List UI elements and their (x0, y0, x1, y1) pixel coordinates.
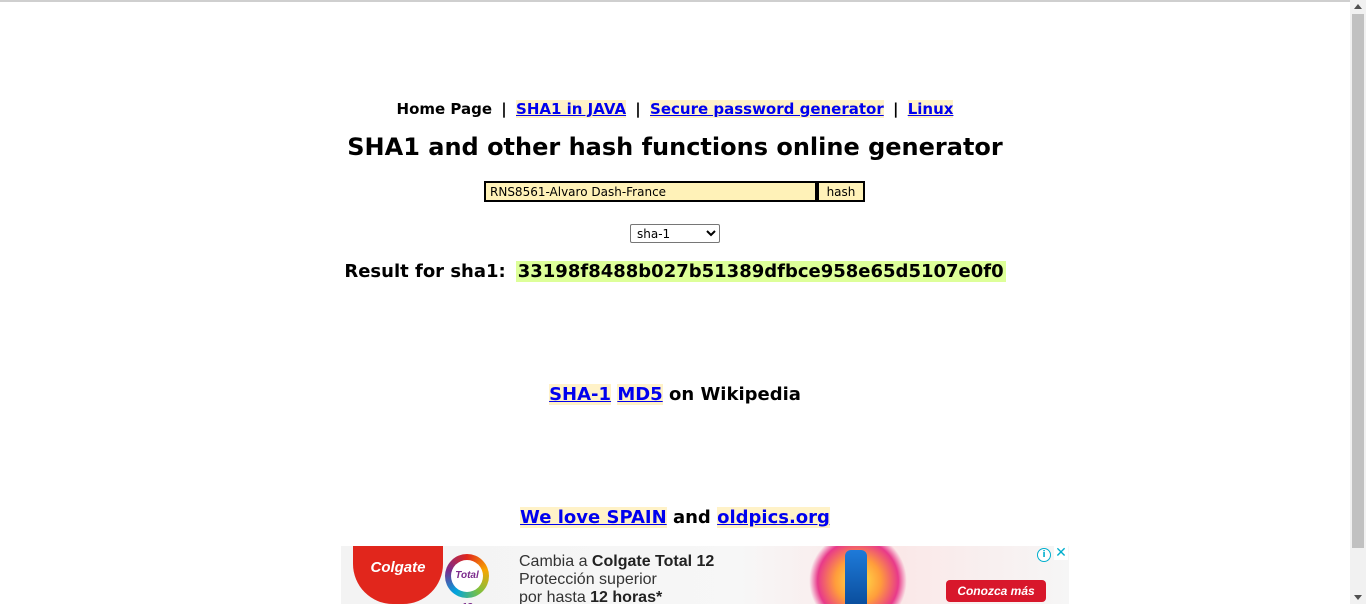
ad-line3-bold: 12 horas* (590, 589, 663, 604)
scroll-down-arrow-icon[interactable] (1354, 595, 1362, 600)
footer-conjunction: and (672, 507, 711, 528)
ad-cta-button[interactable]: Conozca más (946, 580, 1046, 602)
ad-line3-prefix: por hasta (519, 589, 591, 604)
ad-brand-logo: Colgate (353, 546, 443, 604)
ad-product-bottle-icon (845, 550, 867, 604)
footer-link-spain[interactable]: We love SPAIN (520, 507, 667, 528)
ad-line1-prefix: Cambia a (519, 553, 592, 570)
hash-input-field[interactable] (484, 181, 817, 202)
scrollbar-thumb[interactable] (1352, 14, 1364, 548)
algorithm-select[interactable]: sha-1 (630, 224, 720, 243)
ad-line1-bold: Colgate Total 12 (591, 553, 715, 570)
wiki-link-md5[interactable]: MD5 (617, 384, 663, 405)
result-line: Result for sha1: 33198f8488b027b51389dfbc… (0, 259, 1350, 285)
page-title: SHA1 and other hash functions online gen… (347, 133, 1003, 161)
result-label: Result for sha1: (344, 261, 506, 282)
hash-button[interactable]: hash (817, 181, 865, 202)
scroll-up-arrow-icon[interactable] (1354, 4, 1362, 9)
wiki-link-sha1[interactable]: SHA-1 (549, 384, 612, 405)
vertical-scrollbar[interactable] (1350, 0, 1366, 604)
ad-product-image (803, 546, 913, 604)
footer-link-oldpics[interactable]: oldpics.org (717, 507, 830, 528)
advertisement-banner[interactable]: Colgate Total 12 Cambia a Colgate Total … (341, 546, 1069, 604)
ad-total-badge: Total 12 (445, 554, 489, 604)
ad-close-icon[interactable]: ✕ (1054, 546, 1068, 560)
ad-info-icon[interactable]: i (1037, 548, 1051, 562)
hash-form: hash (484, 181, 865, 202)
footer-links: We love SPAIN and oldpics.org (0, 505, 1350, 531)
result-hash-value: 33198f8488b027b51389dfbce958e65d5107e0f0 (515, 261, 1006, 282)
ad-copy: Cambia a Colgate Total 12 Protección sup… (519, 553, 714, 604)
nav-home-label: Home Page (396, 100, 493, 118)
wiki-suffix: on Wikipedia (669, 384, 801, 405)
top-navigation: Home Page | SHA1 in JAVA | Secure passwo… (0, 99, 1350, 119)
nav-separator: | (635, 100, 641, 118)
nav-link-sha1-java[interactable]: SHA1 in JAVA (516, 100, 627, 118)
nav-link-password-generator[interactable]: Secure password generator (650, 100, 884, 118)
ad-total-badge-text: Total 12 (451, 560, 483, 604)
nav-separator: | (501, 100, 507, 118)
ad-line2: Protección superior (519, 571, 657, 588)
wikipedia-links: SHA-1 MD5 on Wikipedia (0, 382, 1350, 408)
nav-link-linux[interactable]: Linux (907, 100, 954, 118)
browser-top-border (0, 0, 1366, 2)
nav-separator: | (892, 100, 899, 118)
